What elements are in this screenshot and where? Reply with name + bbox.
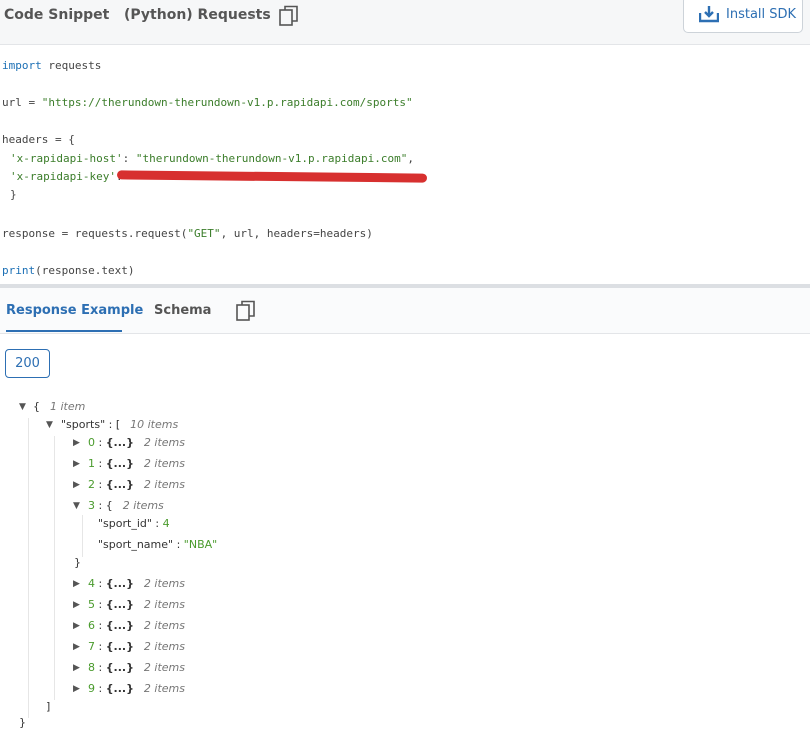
expand-item-toggle[interactable]: ▶ [73, 600, 80, 610]
tab-schema[interactable]: Schema [154, 303, 211, 318]
expand-item-toggle[interactable]: ▶ [73, 663, 80, 673]
chevron-down-icon[interactable]: ⌄ [248, 9, 257, 22]
field-sport-name: "sport_name" : "NBA" [98, 538, 218, 551]
collapse-sports-toggle[interactable]: ▼ [46, 420, 53, 430]
close-bracket: ] [46, 700, 51, 713]
expand-item-toggle[interactable]: ▶ [73, 459, 80, 469]
code-line-host: 'x-rapidapi-host': "therundown-therundow… [10, 152, 414, 165]
install-sdk-button[interactable]: Install SDK [683, 0, 803, 33]
close-brace: } [74, 556, 81, 569]
expand-item-toggle[interactable]: ▶ [73, 480, 80, 490]
tree-item-8: 8 : {...} 2 items [88, 661, 185, 674]
root-close-brace: } [19, 716, 26, 729]
code-line-headers: headers = { [2, 133, 75, 146]
download-tray-icon [699, 6, 719, 23]
tree-item-2: 2 : {...} 2 items [88, 478, 185, 491]
tree-item-4: 4 : {...} 2 items [88, 577, 185, 590]
expand-item-toggle[interactable]: ▶ [73, 438, 80, 448]
collapse-item-toggle[interactable]: ▼ [73, 501, 80, 511]
copy-icon[interactable] [236, 300, 256, 322]
tree-guide [54, 436, 55, 700]
code-line-close: } [10, 188, 17, 201]
expand-item-toggle[interactable]: ▶ [73, 642, 80, 652]
code-line-import: import requests [2, 59, 102, 72]
response-tabs: Response Example Schema [0, 288, 810, 334]
tree-item-5: 5 : {...} 2 items [88, 598, 185, 611]
expand-item-toggle[interactable]: ▶ [73, 621, 80, 631]
tree-item-7: 7 : {...} 2 items [88, 640, 185, 653]
tree-guide [82, 515, 83, 557]
expand-item-toggle[interactable]: ▶ [73, 579, 80, 589]
tree-item-3: 3 : {2 items [88, 499, 164, 512]
code-block: import requests url = "https://therundow… [0, 45, 810, 285]
code-line-key: 'x-rapidapi-key': [10, 170, 123, 183]
copy-icon[interactable] [279, 5, 299, 27]
tree-root: {1 item [33, 400, 86, 413]
tree-item-1: 1 : {...} 2 items [88, 457, 185, 470]
field-sport-id: "sport_id" : 4 [98, 517, 170, 530]
status-code-button[interactable]: 200 [5, 349, 50, 378]
expand-item-toggle[interactable]: ▶ [73, 684, 80, 694]
tree-guide [28, 418, 29, 718]
code-line-url: url = "https://therundown-therundown-v1.… [2, 96, 413, 109]
collapse-root-toggle[interactable]: ▼ [19, 402, 26, 412]
active-tab-indicator [6, 330, 122, 332]
code-snippet-title: Code Snippet [4, 7, 110, 23]
tree-item-6: 6 : {...} 2 items [88, 619, 185, 632]
tree-sports: "sports" : [10 items [61, 418, 179, 431]
tree-item-0: 0 : {...} 2 items [88, 436, 185, 449]
install-sdk-label: Install SDK [726, 7, 797, 22]
code-line-request: response = requests.request("GET", url, … [2, 227, 373, 240]
code-line-print: print(response.text) [2, 264, 135, 277]
tab-response-example[interactable]: Response Example [6, 303, 143, 318]
tree-item-9: 9 : {...} 2 items [88, 682, 185, 695]
code-snippet-header: Code Snippet (Python) Requests ⌄ Install… [0, 0, 810, 45]
